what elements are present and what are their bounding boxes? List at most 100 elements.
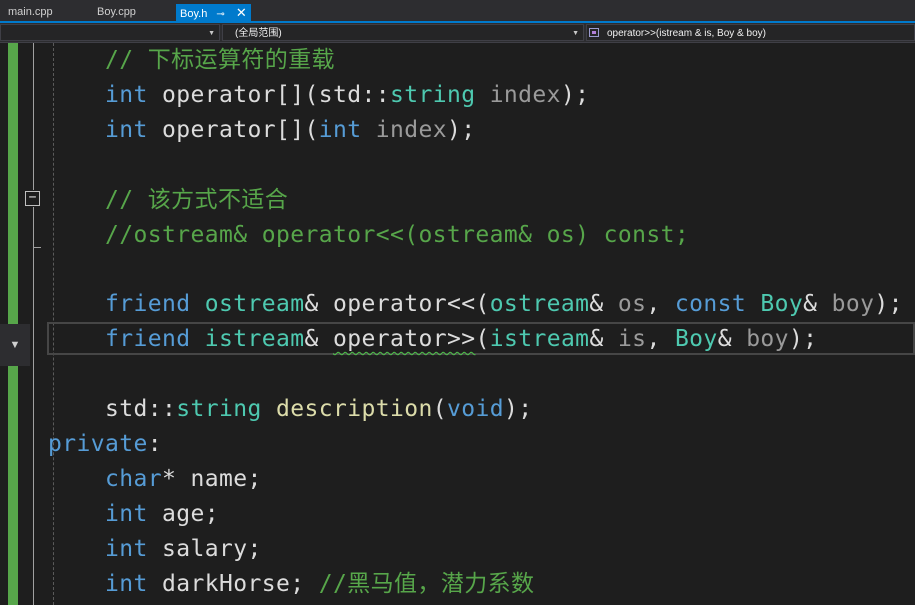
close-icon[interactable]: ✕ bbox=[236, 4, 247, 21]
collapse-minus-icon[interactable]: − bbox=[25, 191, 40, 206]
code-token: char bbox=[105, 465, 162, 492]
code-token: operator>> bbox=[332, 326, 476, 353]
tab-label: Boy.h bbox=[180, 8, 208, 20]
member-combo-value: operator>>(istream & is, Boy & boy) bbox=[607, 28, 766, 39]
chevron-down-icon: ▼ bbox=[208, 30, 215, 37]
code-token: const bbox=[674, 291, 747, 318]
code-line[interactable]: // 下标运算符的重载 bbox=[48, 43, 335, 77]
code-token: & operator<<( bbox=[304, 291, 490, 318]
code-line[interactable]: std::string description(void); bbox=[48, 392, 532, 426]
code-token: Boy bbox=[760, 291, 804, 318]
code-line[interactable]: friend ostream& operator<<(ostream& os, … bbox=[48, 287, 903, 321]
chevron-down-icon: ▼ bbox=[572, 30, 579, 37]
tab-boy-h[interactable]: Boy.h ⊸ ✕ bbox=[176, 4, 251, 22]
member-combo[interactable]: operator>>(istream & is, Boy & boy) bbox=[586, 24, 915, 41]
code-line[interactable]: private: bbox=[48, 427, 162, 461]
code-token: , bbox=[646, 291, 675, 318]
code-token: ( bbox=[475, 326, 490, 353]
code-token: : bbox=[147, 430, 162, 457]
code-token: friend bbox=[105, 326, 191, 353]
code-token: * name; bbox=[162, 465, 262, 492]
code-token: & bbox=[803, 291, 832, 318]
code-token: int bbox=[318, 116, 362, 143]
tab-label: Boy.cpp bbox=[97, 6, 136, 18]
method-icon bbox=[589, 28, 599, 37]
code-line[interactable]: friend istream& operator>>(istream& is, … bbox=[48, 322, 817, 356]
code-line[interactable]: char* name; bbox=[48, 462, 262, 496]
code-token: boy bbox=[746, 326, 789, 353]
code-token: & bbox=[717, 326, 747, 353]
code-token: istream bbox=[204, 326, 305, 353]
code-token: std:: bbox=[48, 396, 177, 422]
outline-line bbox=[33, 43, 34, 190]
tab-label: main.cpp bbox=[8, 6, 53, 18]
code-token: & bbox=[589, 326, 618, 353]
code-token: ); bbox=[788, 326, 818, 353]
code-line[interactable]: // 该方式不适合 bbox=[48, 183, 288, 217]
document-tab-bar: main.cpp Boy.cpp Boy.h ⊸ ✕ bbox=[0, 0, 915, 23]
code-editor[interactable]: − ▼ // 下标运算符的重载 int operator[](std::stri… bbox=[0, 43, 915, 605]
code-token: operator[]( bbox=[147, 116, 319, 143]
code-token: istream bbox=[489, 326, 590, 353]
code-token: string bbox=[389, 81, 476, 108]
code-token: int bbox=[105, 81, 148, 108]
code-token: & bbox=[589, 291, 618, 318]
code-token: ( bbox=[432, 396, 447, 422]
code-token: string bbox=[176, 396, 262, 422]
code-token: ); bbox=[560, 81, 590, 108]
code-token: // 下标运算符的重载 bbox=[105, 47, 335, 73]
code-token: int bbox=[105, 570, 148, 597]
code-token: is bbox=[617, 326, 647, 353]
code-token: salary; bbox=[147, 535, 262, 562]
project-combo[interactable]: ▼ bbox=[0, 24, 220, 41]
code-token: //黑马值，潜力系数 bbox=[318, 570, 535, 597]
code-token: int bbox=[105, 116, 148, 143]
outline-line bbox=[33, 207, 34, 605]
code-token: ); bbox=[446, 116, 476, 143]
code-line[interactable]: int darkHorse; //黑马值，潜力系数 bbox=[48, 567, 534, 601]
scope-combo-value: (全局范围) bbox=[235, 28, 282, 39]
code-line[interactable]: int salary; bbox=[48, 532, 262, 566]
scope-combo[interactable]: (全局范围) ▼ bbox=[222, 24, 584, 41]
code-line[interactable]: int operator[](std::string index); bbox=[48, 78, 589, 112]
code-token: index bbox=[489, 81, 561, 108]
code-token: private bbox=[48, 430, 148, 457]
navigation-bar: ▼ (全局范围) ▼ operator>>(istream & is, Boy … bbox=[0, 23, 915, 43]
code-token: //ostream& operator<<(ostream& os) const… bbox=[105, 221, 690, 248]
code-token: int bbox=[105, 500, 148, 527]
scroll-down-icon[interactable]: ▼ bbox=[0, 324, 30, 366]
code-token: // 该方式不适合 bbox=[105, 186, 289, 213]
tab-main-cpp[interactable]: main.cpp bbox=[4, 4, 57, 21]
code-token: ostream bbox=[204, 291, 305, 318]
code-token: os bbox=[617, 291, 647, 318]
code-token: age; bbox=[147, 500, 219, 527]
code-token: description bbox=[275, 396, 433, 422]
code-token: , bbox=[646, 326, 675, 353]
code-token: & bbox=[304, 326, 333, 353]
tab-boy-cpp[interactable]: Boy.cpp bbox=[93, 4, 140, 21]
code-token: int bbox=[105, 535, 148, 562]
code-token: darkHorse; bbox=[147, 570, 319, 597]
code-token: ); bbox=[874, 291, 903, 318]
outline-end-tick bbox=[33, 247, 41, 248]
code-token: void bbox=[446, 396, 504, 422]
code-token: index bbox=[375, 116, 447, 143]
code-line[interactable]: //ostream& operator<<(ostream& os) const… bbox=[48, 218, 689, 252]
code-line[interactable]: int age; bbox=[48, 497, 219, 531]
code-token: ostream bbox=[489, 291, 590, 318]
code-line[interactable]: int operator[](int index); bbox=[48, 113, 475, 147]
